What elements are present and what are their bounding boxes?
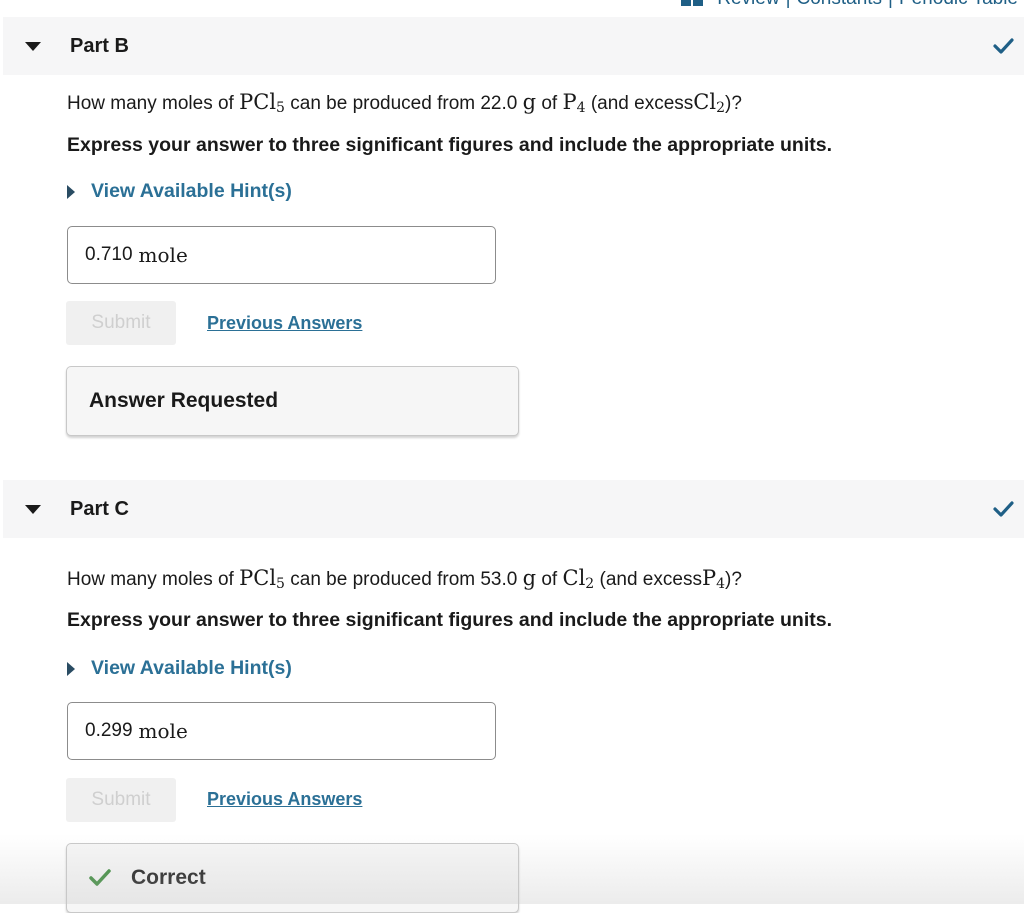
hint-label[interactable]: View Available Hint(s) (91, 657, 292, 680)
expand-caret-icon (67, 661, 75, 676)
separator: | (888, 0, 893, 10)
formula-p4: P4 (562, 90, 586, 116)
correct-check-icon (89, 869, 111, 886)
answer-unit: mole (138, 243, 188, 267)
feedback-box: Answer Requested (66, 366, 519, 436)
separator: | (786, 0, 791, 10)
checkmark-icon (993, 38, 1014, 54)
answer-input[interactable]: 0.710 mole (67, 226, 496, 284)
previous-answers-link[interactable]: Previous Answers (207, 789, 362, 810)
formula-pcl5: PCl5 (239, 566, 285, 592)
part-b-header[interactable]: Part B (3, 17, 1024, 75)
review-link[interactable]: Review (717, 0, 779, 10)
submit-button[interactable]: Submit (66, 301, 176, 345)
collapse-caret-icon[interactable] (25, 505, 41, 514)
view-hints-toggle[interactable]: View Available Hint(s) (67, 657, 292, 680)
instruction-text: Express your answer to three significant… (67, 609, 832, 631)
feedback-box: Correct (66, 843, 519, 913)
feedback-text: Answer Requested (89, 389, 279, 412)
instruction-text: Express your answer to three significant… (67, 134, 832, 156)
question-text: How many moles of PCl5 can be produced f… (67, 566, 742, 592)
formula-cl2: Cl2 (562, 566, 595, 592)
view-hints-toggle[interactable]: View Available Hint(s) (67, 180, 292, 203)
part-title: Part B (70, 34, 129, 57)
expand-caret-icon (67, 184, 75, 199)
periodic-table-link[interactable]: Periodic Table (899, 0, 1018, 10)
answer-value: 0.710 (85, 244, 133, 265)
hint-label[interactable]: View Available Hint(s) (91, 180, 292, 203)
book-icon (681, 0, 704, 6)
answer-unit: mole (138, 719, 188, 743)
checkmark-icon (993, 501, 1014, 517)
formula-cl2: Cl2 (693, 90, 726, 116)
feedback-text: Correct (131, 866, 206, 889)
previous-answers-link[interactable]: Previous Answers (207, 313, 362, 334)
question-text: How many moles of PCl5 can be produced f… (67, 90, 742, 116)
constants-link[interactable]: Constants (797, 0, 883, 10)
formula-pcl5: PCl5 (239, 90, 285, 116)
part-title: Part C (70, 497, 129, 520)
top-links: Review | Constants | Periodic Table (681, 0, 1018, 10)
answer-input[interactable]: 0.299 mole (67, 702, 496, 760)
formula-p4: P4 (701, 566, 726, 592)
answer-value: 0.299 (85, 720, 133, 741)
submit-button[interactable]: Submit (66, 778, 176, 822)
collapse-caret-icon[interactable] (25, 42, 41, 51)
part-c-header[interactable]: Part C (3, 480, 1024, 538)
